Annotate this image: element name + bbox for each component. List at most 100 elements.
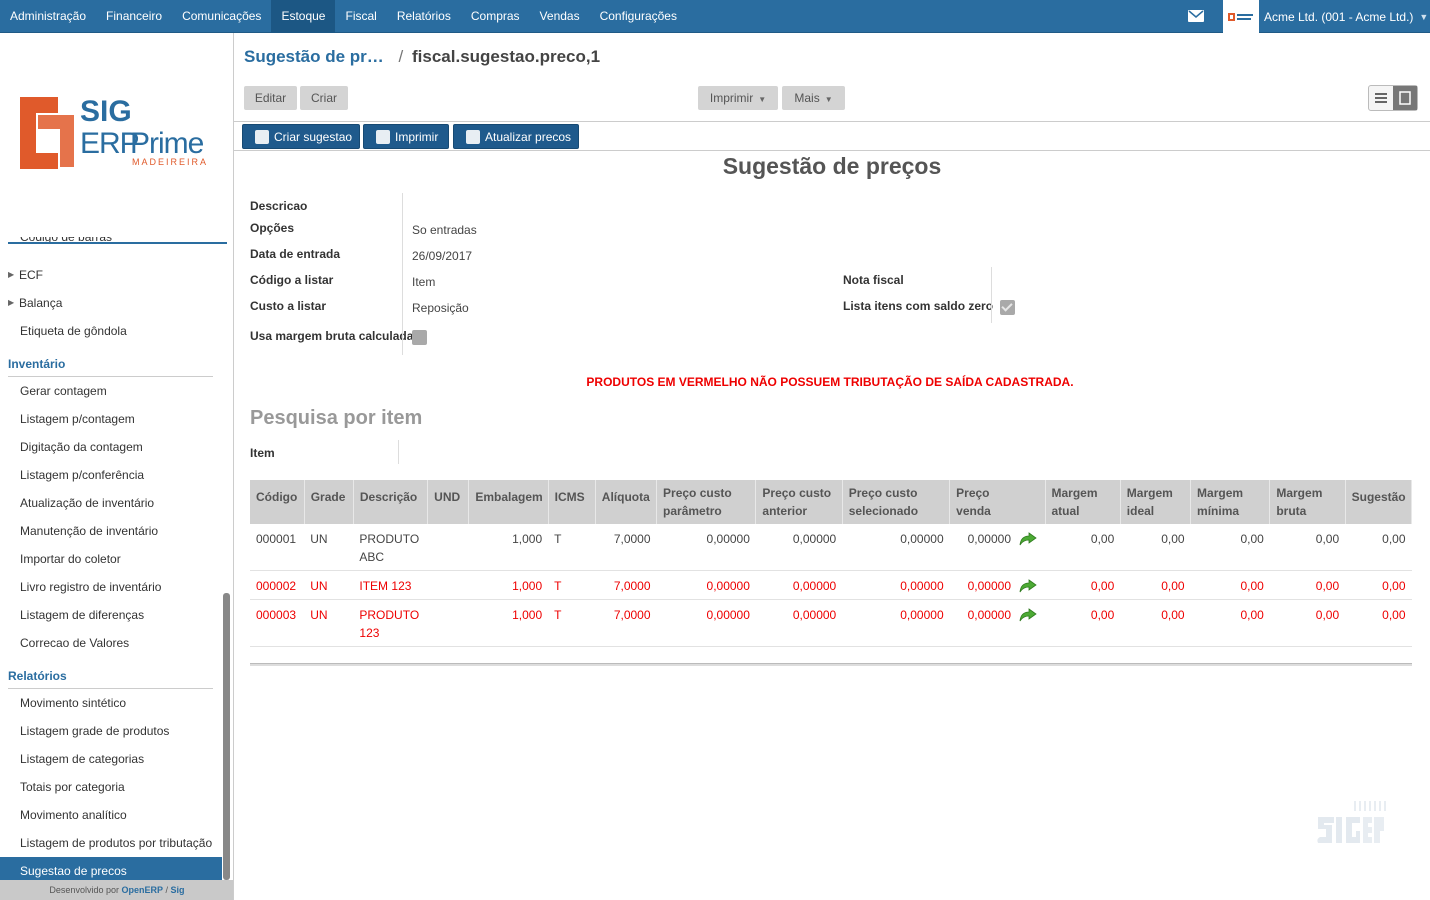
print-dropdown[interactable]: Imprimir ▼ [698, 86, 778, 110]
breadcrumb-parent[interactable]: Sugestão de pr… [244, 47, 384, 66]
column-header[interactable]: Grade [304, 480, 354, 524]
sig-erp-watermark [1317, 801, 1386, 843]
sidebar-item[interactable]: Gerar contagem [0, 377, 222, 405]
column-header[interactable]: Código [250, 480, 305, 524]
column-header[interactable]: Preço venda [949, 480, 1046, 524]
data-entrada-field[interactable]: 26/09/2017 [412, 249, 472, 263]
table-row[interactable]: 000002 UN ITEM 123 1,000 T 7,0000 0,00000 0,000… [250, 570, 1412, 600]
sidebar-item[interactable]: Listagem grade de produtos [0, 717, 222, 745]
column-header[interactable]: Sugestão [1345, 480, 1413, 524]
column-header[interactable]: ICMS [548, 480, 596, 524]
atualizar-precos-button[interactable]: Atualizar precos [453, 124, 579, 149]
criar-sugestao-label: Criar sugestao [274, 129, 353, 144]
descricao-field[interactable] [412, 199, 812, 215]
sidebar-item[interactable]: Listagem de diferenças [0, 601, 222, 629]
table-cell: 000001 [250, 524, 305, 571]
column-header[interactable]: Margem atual [1045, 480, 1121, 524]
lista-saldo-zero-checkbox[interactable] [1000, 300, 1015, 315]
column-header[interactable]: Margem bruta [1269, 480, 1346, 524]
menu-configuracoes[interactable]: Configurações [590, 0, 687, 33]
column-header[interactable]: Preço custo selecionado [842, 480, 951, 524]
menu-financeiro[interactable]: Financeiro [96, 0, 172, 33]
print-dropdown-label: Imprimir [709, 91, 754, 105]
table-row[interactable]: 000001 UN PRODUTO ABC 1,000 T 7,0000 0,00000 0,… [250, 524, 1412, 571]
breadcrumb: Sugestão de pr… / fiscal.sugestao.preco,… [244, 47, 600, 67]
update-icon [466, 129, 480, 144]
nota-fiscal-field[interactable] [1000, 275, 1300, 291]
usa-margem-checkbox[interactable] [412, 330, 427, 345]
breadcrumb-separator: / [398, 47, 404, 66]
sidebar-item[interactable]: Manutenção de inventário [0, 517, 222, 545]
column-header[interactable]: Margem mínima [1190, 480, 1271, 524]
sidebar-footer: Desenvolvido por OpenERP / Sig [0, 880, 233, 900]
sidebar-item[interactable]: Movimento analítico [0, 801, 222, 829]
edit-button[interactable]: Editar [244, 86, 297, 110]
sidebar-item[interactable]: Movimento sintético [0, 689, 222, 717]
table-cell [427, 524, 469, 571]
opcoes-field[interactable]: So entradas [412, 223, 477, 237]
imprimir-button[interactable]: Imprimir [363, 124, 449, 149]
menu-administracao[interactable]: Administração [0, 0, 96, 33]
create-button[interactable]: Criar [300, 86, 348, 110]
table-cell: 0,00 [1045, 524, 1121, 571]
column-header[interactable]: Embalagem [468, 480, 549, 524]
column-header[interactable]: Margem ideal [1120, 480, 1192, 524]
table-cell: 0,00000 [755, 570, 843, 600]
top-menu-bar: Administração Financeiro Comunicações Es… [0, 0, 1430, 33]
menu-fiscal[interactable]: Fiscal [335, 0, 386, 33]
sidebar-item-ecf[interactable]: ▶ ECF [0, 261, 222, 289]
table-cell: 0,00 [1345, 524, 1412, 571]
table-cell: UN [304, 524, 354, 571]
mail-icon[interactable] [1188, 10, 1204, 22]
sidebar-item[interactable]: Totais por categoria [0, 773, 222, 801]
share-arrow-icon[interactable] [1019, 608, 1037, 622]
form-view-icon[interactable] [1393, 86, 1417, 110]
column-header[interactable]: Descrição [353, 480, 429, 524]
more-dropdown[interactable]: Mais ▼ [782, 86, 845, 110]
column-header[interactable]: Preço custo parâmetro [656, 480, 757, 524]
sidebar-item[interactable]: Listagem de produtos por tributação [0, 829, 222, 857]
sidebar-item[interactable]: Importar do coletor [0, 545, 222, 573]
table-cell: 0,00 [1120, 524, 1191, 571]
sidebar-item[interactable]: Listagem p/conferência [0, 461, 222, 489]
company-switcher[interactable]: Acme Ltd. (001 - Acme Ltd.) ▼ [1223, 0, 1428, 33]
sidebar-item[interactable]: Digitação da contagem [0, 433, 222, 461]
sidebar-item-codigo-de-barras[interactable]: Código de barras [0, 237, 222, 251]
openerp-link[interactable]: OpenERP [121, 885, 163, 895]
table-cell: 0,00000 [755, 524, 843, 571]
menu-compras[interactable]: Compras [461, 0, 530, 33]
sidebar-item-balanca[interactable]: ▶ Balança [0, 289, 222, 317]
table-cell: PRODUTO 123 [353, 599, 428, 647]
sidebar-scrollbar[interactable] [223, 593, 230, 880]
column-header[interactable]: UND [427, 480, 470, 524]
menu-estoque[interactable]: Estoque [271, 0, 336, 33]
sidebar-item[interactable]: Listagem p/contagem [0, 405, 222, 433]
sidebar-nav: Código de barras ▶ ECF ▶ Balança Etiqueta … [0, 237, 222, 885]
table-cell: 1,000 [468, 570, 549, 600]
sidebar-item-etiqueta-gondola[interactable]: Etiqueta de gôndola [0, 317, 222, 345]
sidebar-item[interactable]: Listagem de categorias [0, 745, 222, 773]
share-arrow-icon[interactable] [1019, 579, 1037, 593]
form-divider [402, 193, 403, 355]
table-row[interactable]: 000003 UN PRODUTO 123 1,000 T 7,0000 0,00000 0,… [250, 599, 1412, 647]
sig-link[interactable]: Sig [171, 885, 185, 895]
criar-sugestao-button[interactable]: Criar sugestao [242, 124, 360, 149]
menu-comunicacoes[interactable]: Comunicações [172, 0, 271, 33]
table-cell: 0,00000 [656, 524, 756, 571]
sidebar-item[interactable]: Correcao de Valores [0, 629, 222, 657]
menu-relatorios[interactable]: Relatórios [387, 0, 461, 33]
sidebar-item[interactable]: Atualização de inventário [0, 489, 222, 517]
list-view-icon[interactable] [1369, 86, 1393, 110]
column-header[interactable]: Preço custo anterior [755, 480, 843, 524]
share-arrow-icon[interactable] [1019, 532, 1037, 546]
codigo-listar-field[interactable]: Item [412, 275, 435, 289]
item-search-field[interactable] [408, 446, 808, 462]
table-cell: 0,00 [1269, 524, 1346, 571]
sidebar-item[interactable]: Livro registro de inventário [0, 573, 222, 601]
table-cell: 7,0000 [595, 524, 657, 571]
nota-fiscal-label: Nota fiscal [843, 273, 904, 287]
table-cell: 7,0000 [595, 599, 657, 647]
custo-listar-field[interactable]: Reposição [412, 301, 469, 315]
column-header[interactable]: Alíquota [595, 480, 658, 524]
menu-vendas[interactable]: Vendas [530, 0, 590, 33]
